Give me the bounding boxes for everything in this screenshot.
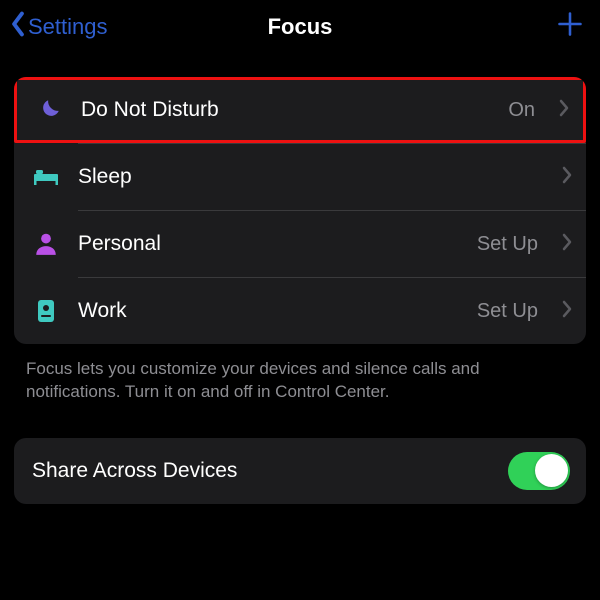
share-across-devices-row: Share Across Devices bbox=[14, 438, 586, 504]
chevron-right-icon bbox=[559, 99, 569, 122]
focus-row-status: Set Up bbox=[477, 300, 538, 323]
add-button[interactable] bbox=[556, 10, 584, 43]
person-icon bbox=[32, 231, 60, 257]
focus-row-work[interactable]: Work Set Up bbox=[14, 278, 586, 344]
moon-icon bbox=[35, 97, 63, 123]
share-label: Share Across Devices bbox=[32, 459, 237, 483]
focus-row-label: Work bbox=[78, 299, 459, 323]
chevron-left-icon bbox=[10, 11, 26, 43]
back-button[interactable]: Settings bbox=[10, 11, 108, 43]
share-toggle[interactable] bbox=[508, 452, 570, 490]
focus-row-status: On bbox=[508, 99, 535, 122]
nav-bar: Settings Focus bbox=[0, 0, 600, 65]
back-label: Settings bbox=[28, 14, 108, 40]
focus-row-label: Do Not Disturb bbox=[81, 98, 490, 122]
plus-icon bbox=[556, 25, 584, 42]
badge-icon bbox=[32, 298, 60, 324]
bed-icon bbox=[32, 164, 60, 190]
chevron-right-icon bbox=[562, 166, 572, 189]
focus-row-sleep[interactable]: Sleep bbox=[14, 144, 586, 210]
page-title: Focus bbox=[268, 14, 333, 40]
footer-description: Focus lets you customize your devices an… bbox=[0, 344, 600, 404]
chevron-right-icon bbox=[562, 300, 572, 323]
focus-row-status: Set Up bbox=[477, 233, 538, 256]
focus-row-do-not-disturb[interactable]: Do Not Disturb On bbox=[14, 77, 586, 143]
focus-row-personal[interactable]: Personal Set Up bbox=[14, 211, 586, 277]
focus-row-label: Personal bbox=[78, 232, 459, 256]
focus-mode-list: Do Not Disturb On Sleep Personal Set Up … bbox=[14, 77, 586, 344]
switch-knob bbox=[535, 454, 568, 487]
focus-row-label: Sleep bbox=[78, 165, 520, 189]
chevron-right-icon bbox=[562, 233, 572, 256]
